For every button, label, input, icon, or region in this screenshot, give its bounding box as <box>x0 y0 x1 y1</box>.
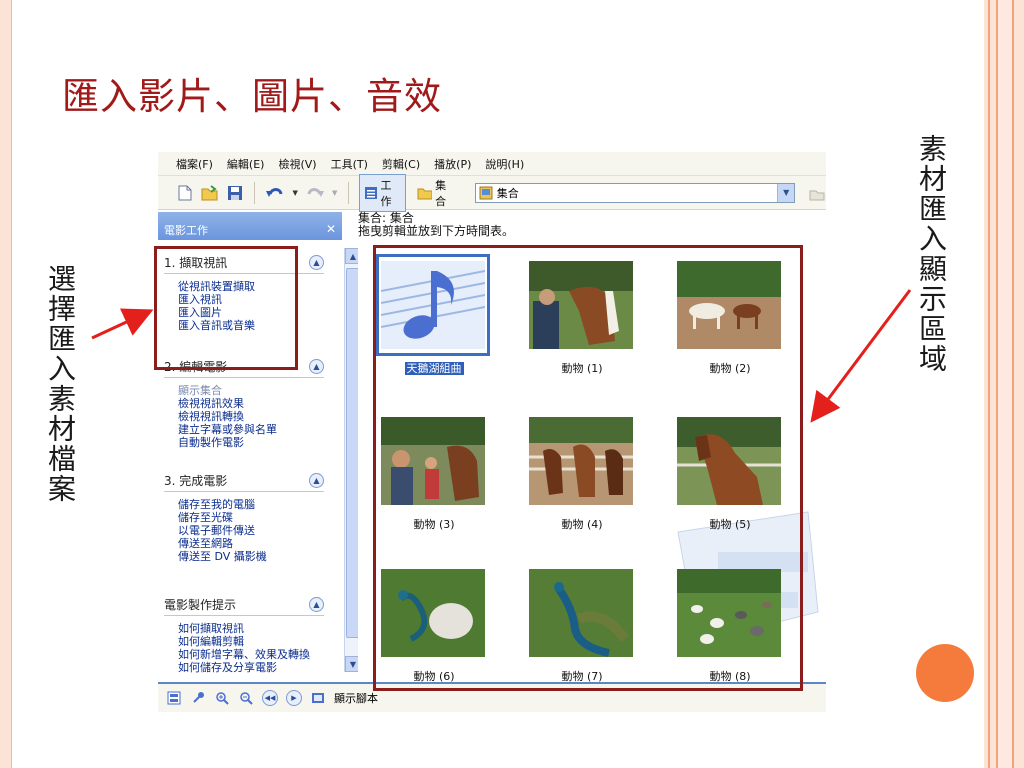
undo-dropdown-icon[interactable]: ▼ <box>291 183 299 203</box>
slide-title: 匯入影片、圖片、音效 <box>62 75 442 118</box>
right-callout-text: 素材匯入顯示區域 <box>915 134 948 374</box>
right-decorative-stripes <box>984 0 1024 768</box>
microphone-icon[interactable] <box>190 690 206 706</box>
section-links: 儲存至我的電腦 儲存至光碟 以電子郵件傳送 傳送至網路 傳送至 DV 攝影機 <box>164 492 324 563</box>
link-view-effects[interactable]: 檢視視訊效果 <box>178 397 324 410</box>
tasks-label: 工作 <box>380 178 392 208</box>
section-title-text: 電影製作提示 <box>164 598 237 612</box>
collapse-icon[interactable]: ▲ <box>309 359 324 374</box>
toolbar-separator <box>348 181 350 204</box>
left-callout-text: 選擇匯入素材檔案 <box>44 264 77 504</box>
section-links: 如何擷取視訊 如何編輯剪輯 如何新增字幕、效果及轉換 如何儲存及分享電影 <box>164 616 324 674</box>
up-level-icon[interactable] <box>807 183 826 203</box>
link-view-transitions[interactable]: 檢視視訊轉換 <box>178 410 324 423</box>
section-title: 3. 完成電影 ▲ <box>164 472 324 492</box>
collection-hint: 拖曳剪輯並放到下方時間表。 <box>358 224 515 238</box>
pane-header: 電影工作 ✕ <box>158 212 342 240</box>
collection-icon <box>479 186 493 199</box>
open-project-icon[interactable] <box>201 183 220 203</box>
collapse-icon[interactable]: ▲ <box>309 597 324 612</box>
chevron-down-icon[interactable]: ▼ <box>777 183 795 202</box>
content-header: 集合: 集合 拖曳剪輯並放到下方時間表。 <box>358 212 514 238</box>
link-send-dv[interactable]: 傳送至 DV 攝影機 <box>178 550 324 563</box>
link-how-add-titles[interactable]: 如何新增字幕、效果及轉換 <box>178 648 324 661</box>
decorative-circle <box>916 644 974 702</box>
menu-view[interactable]: 檢視(V) <box>278 156 316 172</box>
left-arrow <box>91 308 154 340</box>
link-how-save[interactable]: 如何儲存及分享電影 <box>178 661 324 674</box>
storyboard-icon[interactable] <box>166 690 182 706</box>
menu-file[interactable]: 檔案(F) <box>176 156 213 172</box>
tasks-button[interactable]: 工作 <box>359 173 407 212</box>
menu-bar: 檔案(F) 編輯(E) 檢視(V) 工具(T) 剪輯(C) 播放(P) 說明(H… <box>158 152 826 176</box>
right-arrow <box>810 289 912 423</box>
toolbar: ▼ ▼ 工作 集合 集合 ▼ <box>158 173 826 212</box>
link-how-edit[interactable]: 如何編輯剪輯 <box>178 635 324 648</box>
undo-icon[interactable] <box>265 183 285 203</box>
filmstrip-icon[interactable] <box>310 690 326 706</box>
collections-button[interactable]: 集合 <box>412 174 461 212</box>
menu-tools[interactable]: 工具(T) <box>331 156 368 172</box>
save-icon[interactable] <box>226 183 245 203</box>
menu-play[interactable]: 播放(P) <box>434 156 471 172</box>
collection-combo-value: 集合 <box>496 186 519 200</box>
rewind-icon[interactable]: ◀◀ <box>262 690 278 706</box>
link-automovie[interactable]: 自動製作電影 <box>178 436 324 449</box>
zoom-out-icon[interactable] <box>238 690 254 706</box>
new-project-icon[interactable] <box>176 183 195 203</box>
link-send-web[interactable]: 傳送至網路 <box>178 537 324 550</box>
import-links-highlight <box>154 246 298 370</box>
link-make-titles[interactable]: 建立字幕或參與名單 <box>178 423 324 436</box>
menu-clip[interactable]: 剪輯(C) <box>382 156 420 172</box>
link-send-email[interactable]: 以電子郵件傳送 <box>178 524 324 537</box>
pane-header-title: 電影工作 <box>164 224 208 237</box>
play-icon[interactable]: ▶ <box>286 690 302 706</box>
section-links: 顯示集合 檢視視訊效果 檢視視訊轉換 建立字幕或參與名單 自動製作電影 <box>164 378 324 449</box>
folder-icon <box>417 188 433 199</box>
redo-icon[interactable] <box>305 183 325 203</box>
redo-dropdown-icon[interactable]: ▼ <box>331 183 339 203</box>
close-icon[interactable]: ✕ <box>326 222 336 236</box>
collections-label: 集合 <box>435 178 447 208</box>
toolbar-separator <box>254 181 256 204</box>
collapse-icon[interactable]: ▲ <box>309 473 324 488</box>
left-decorative-bar <box>0 0 12 768</box>
link-how-capture[interactable]: 如何擷取視訊 <box>178 622 324 635</box>
link-save-to-cd[interactable]: 儲存至光碟 <box>178 511 324 524</box>
section-title: 電影製作提示 ▲ <box>164 596 324 616</box>
section-finish: 3. 完成電影 ▲ 儲存至我的電腦 儲存至光碟 以電子郵件傳送 傳送至網路 傳送… <box>164 472 324 563</box>
zoom-in-icon[interactable] <box>214 690 230 706</box>
menu-edit[interactable]: 編輯(E) <box>227 156 265 172</box>
show-storyboard-label[interactable]: 顯示腳本 <box>334 690 378 706</box>
section-tips: 電影製作提示 ▲ 如何擷取視訊 如何編輯剪輯 如何新增字幕、效果及轉換 如何儲存… <box>164 596 324 674</box>
collapse-icon[interactable]: ▲ <box>309 255 324 270</box>
section-title-text: 3. 完成電影 <box>164 474 228 488</box>
section-edit: 2. 編輯電影 ▲ 顯示集合 檢視視訊效果 檢視視訊轉換 建立字幕或參與名單 自… <box>164 358 324 449</box>
import-display-area-highlight <box>373 245 803 691</box>
slide: 匯入影片、圖片、音效 選擇匯入素材檔案 素材匯入顯示區域 檔案(F) 編輯(E)… <box>0 0 1024 768</box>
collection-combo[interactable]: 集合 ▼ <box>474 182 796 203</box>
tasks-icon <box>365 186 378 199</box>
link-show-collections[interactable]: 顯示集合 <box>178 384 324 397</box>
menu-help[interactable]: 說明(H) <box>485 156 524 172</box>
link-save-to-computer[interactable]: 儲存至我的電腦 <box>178 498 324 511</box>
